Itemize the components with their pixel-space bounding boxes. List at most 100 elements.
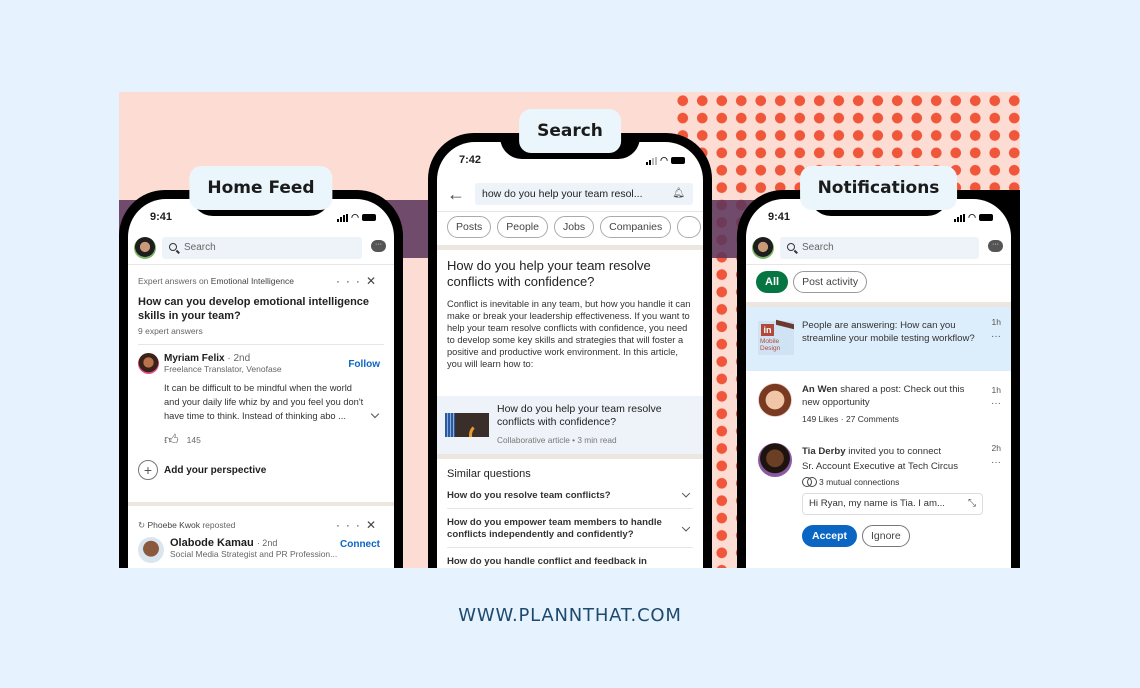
ellipsis-icon[interactable]: ··· xyxy=(336,518,366,532)
answer-body: It can be difficult to be mindful when t… xyxy=(138,381,384,423)
ellipsis-icon[interactable]: ··· xyxy=(991,398,1001,409)
follow-button[interactable]: Follow xyxy=(348,359,380,370)
signal-icon xyxy=(954,213,966,222)
phone-label: Home Feed xyxy=(189,166,333,210)
logo-decoration xyxy=(776,319,794,330)
close-icon[interactable]: ✕ xyxy=(366,518,382,532)
header-topic[interactable]: Emotional Intelligence xyxy=(211,276,294,286)
chip-posts[interactable]: Posts xyxy=(447,216,492,238)
ignore-button[interactable]: Ignore xyxy=(862,525,910,547)
add-perspective-label: Add your perspective xyxy=(164,464,267,476)
section-divider xyxy=(437,454,703,459)
status-time: 9:41 xyxy=(768,211,791,223)
wifi-icon: ◠ xyxy=(660,155,668,165)
notification-text: invited you to connect xyxy=(845,446,942,457)
filter-all[interactable]: All xyxy=(756,271,789,293)
similar-question-item[interactable]: How do you handle conflict and feedback … xyxy=(447,548,693,568)
author-avatar[interactable] xyxy=(138,353,159,374)
author-name[interactable]: Myriam Felix xyxy=(164,353,225,364)
likes-count: 145 xyxy=(186,434,201,445)
filter-post-activity[interactable]: Post activity xyxy=(793,271,868,293)
search-placeholder: Search xyxy=(184,242,216,253)
similar-questions: Similar questions How do you resolve tea… xyxy=(447,468,693,568)
similar-question-text: How do you handle conflict and feedback … xyxy=(447,556,647,567)
invitation-message[interactable]: Hi Ryan, my name is Tia. I am... ⤡ xyxy=(802,493,983,515)
ellipsis-icon[interactable]: ··· xyxy=(991,457,1001,468)
question-title[interactable]: How can you develop emotional intelligen… xyxy=(138,295,384,323)
phone-home-feed: 9:41 ◠ Search ··· Expert answers on Emot… xyxy=(119,166,403,568)
messaging-icon[interactable]: ··· xyxy=(371,240,386,252)
reactions: 👍︎ 145 xyxy=(138,431,384,448)
search-input[interactable]: Search xyxy=(780,237,979,259)
wifi-icon: ◠ xyxy=(968,212,976,222)
wifi-icon: ◠ xyxy=(351,212,359,222)
reposter-name[interactable]: Phoebe Kwok xyxy=(148,520,200,530)
back-arrow-icon[interactable]: ← xyxy=(447,184,465,205)
invitation-item: Tia Derby invited you to connect Sr. Acc… xyxy=(746,433,1011,553)
mutual-connections-icon xyxy=(802,477,817,487)
similar-question-item[interactable]: How do you resolve team conflicts? xyxy=(447,480,693,509)
profile-avatar[interactable] xyxy=(752,237,774,259)
status-time: 9:41 xyxy=(150,211,173,223)
chip-people[interactable]: People xyxy=(497,216,548,238)
repost-suffix: reposted xyxy=(202,520,236,530)
actor-name[interactable]: Tia Derby xyxy=(802,446,846,457)
chevron-down-icon xyxy=(681,489,691,498)
add-perspective-button[interactable]: + Add your perspective xyxy=(138,460,384,480)
notification-item[interactable]: in Mobile Design People are answering: H… xyxy=(746,307,1011,371)
an-wen-avatar[interactable] xyxy=(758,383,792,417)
search-top-bar: ← how do you help your team resol... 🔔︎ xyxy=(437,178,703,212)
author-title: Social Media Strategist and PR Professio… xyxy=(170,549,338,559)
section-divider xyxy=(437,245,703,250)
ellipsis-icon[interactable]: ··· xyxy=(336,274,366,288)
related-article[interactable]: How do you help your team resolve confli… xyxy=(437,396,703,454)
signal-icon xyxy=(646,156,658,165)
ellipsis-icon[interactable]: ··· xyxy=(991,331,1001,342)
linkedin-logo-icon: in xyxy=(761,324,774,336)
similar-question-text: How do you empower team members to handl… xyxy=(447,517,662,540)
battery-icon xyxy=(979,214,993,221)
search-query-input[interactable]: how do you help your team resol... 🔔︎ xyxy=(475,183,693,205)
search-input[interactable]: Search xyxy=(162,237,362,259)
chip-companies[interactable]: Companies xyxy=(600,216,672,238)
divider xyxy=(138,344,384,345)
similar-title: Similar questions xyxy=(447,468,531,480)
top-bar: Search ··· xyxy=(128,235,394,265)
mobile-design-logo: in Mobile Design xyxy=(758,319,794,355)
author-name[interactable]: Olabode Kamau xyxy=(170,537,254,549)
invitation-text: Hi Ryan, my name is Tia. I am... xyxy=(809,498,945,509)
messaging-icon[interactable]: ··· xyxy=(988,240,1003,252)
tia-derby-avatar[interactable] xyxy=(758,443,792,477)
post-author: Olabode Kamau · 2nd Social Media Strateg… xyxy=(138,537,384,568)
similar-question-text: How do you resolve team conflicts? xyxy=(447,490,611,501)
battery-icon xyxy=(671,157,685,164)
search-icon xyxy=(169,243,177,251)
phone-label: Search xyxy=(519,109,621,153)
bell-icon[interactable]: 🔔︎ xyxy=(672,183,685,205)
card-header: Expert answers on Emotional Intelligence… xyxy=(138,274,384,288)
thumbs-up-icon[interactable]: 👍︎ xyxy=(164,431,179,448)
mutual-connections: 3 mutual connections xyxy=(802,476,979,489)
notification-text: People are answering: How can you stream… xyxy=(802,320,975,344)
similar-question-item[interactable]: How do you empower team members to handl… xyxy=(447,509,693,548)
actor-name[interactable]: An Wen xyxy=(802,384,838,395)
footer-url[interactable]: WWW.PLANNTHAT.COM xyxy=(0,605,1140,626)
connect-button[interactable]: Connect xyxy=(340,539,380,550)
chevron-down-icon[interactable] xyxy=(370,409,380,419)
battery-icon xyxy=(362,214,376,221)
home-screen: 9:41 ◠ Search ··· Expert answers on Emot… xyxy=(128,199,394,568)
accept-button[interactable]: Accept xyxy=(802,525,858,547)
search-icon xyxy=(787,243,795,251)
logo-caption: Mobile Design xyxy=(760,338,781,352)
article-title[interactable]: How do you help your team resolve confli… xyxy=(447,258,693,290)
header-prefix: Expert answers on xyxy=(138,276,209,286)
chip-more[interactable] xyxy=(677,216,702,238)
search-screen: 7:42 ◠ ← how do you help your team resol… xyxy=(437,142,703,568)
close-icon[interactable]: ✕ xyxy=(366,274,382,288)
chip-jobs[interactable]: Jobs xyxy=(553,216,595,238)
notification-item[interactable]: An Wen shared a post: Check out this new… xyxy=(746,371,1011,433)
author-avatar[interactable] xyxy=(138,537,164,563)
expand-icon[interactable]: ⤡ xyxy=(968,494,976,514)
repost-card: ↻ Phoebe Kwok reposted ···✕ Olabode Kama… xyxy=(128,514,394,568)
profile-avatar[interactable] xyxy=(134,237,156,259)
